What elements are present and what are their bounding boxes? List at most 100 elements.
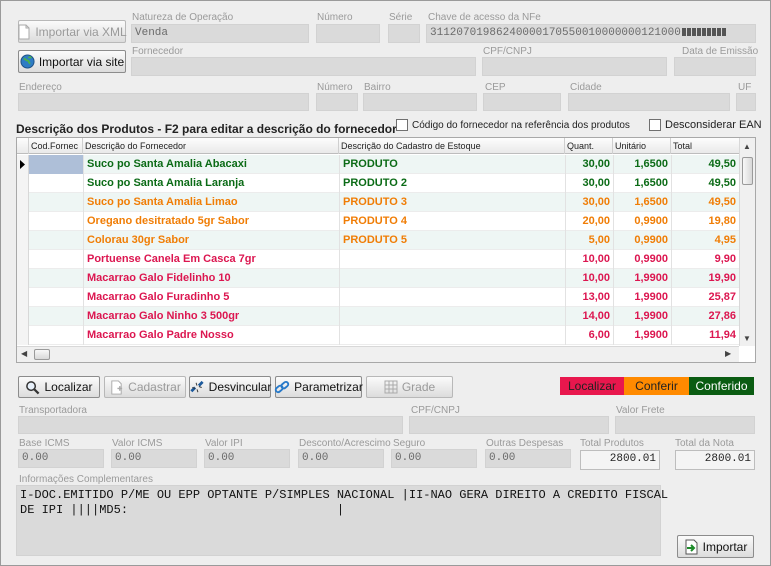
seguro-field[interactable]: 0.00 — [391, 449, 477, 468]
table-row[interactable]: Suco po Santa Amalia Laranja PRODUTO 2 30,… — [17, 174, 739, 193]
cell-cod[interactable] — [29, 250, 83, 269]
cell-desc[interactable]: Suco po Santa Amalia Limao — [83, 193, 339, 212]
fornecedor-field[interactable] — [131, 57, 476, 76]
base-icms-field[interactable]: 0.00 — [18, 449, 104, 468]
cell-unit[interactable]: 0,9900 — [613, 212, 671, 231]
cell-desc[interactable]: Suco po Santa Amalia Abacaxi — [83, 155, 339, 174]
bairro-field[interactable] — [363, 93, 477, 111]
cell-total[interactable]: 11,94 — [671, 326, 739, 345]
cell-unit[interactable]: 0,9900 — [613, 231, 671, 250]
cell-qtd[interactable]: 30,00 — [565, 193, 613, 212]
cell-total[interactable]: 9,90 — [671, 250, 739, 269]
cell-unit[interactable]: 0,9900 — [613, 250, 671, 269]
cell-qtd[interactable]: 13,00 — [565, 288, 613, 307]
cell-estoque[interactable]: PRODUTO 5 — [339, 231, 565, 250]
cell-cod[interactable] — [29, 307, 83, 326]
table-row[interactable]: Macarrao Galo Fidelinho 10 10,00 1,9900 19,… — [17, 269, 739, 288]
cell-total[interactable]: 19,90 — [671, 269, 739, 288]
cell-qtd[interactable]: 5,00 — [565, 231, 613, 250]
cell-qtd[interactable]: 10,00 — [565, 250, 613, 269]
codigo-fornecedor-checkbox[interactable]: Código do fornecedor na referência dos p… — [396, 119, 630, 131]
cep-field[interactable] — [483, 93, 561, 111]
uf-field[interactable] — [736, 93, 756, 111]
cell-total[interactable]: 49,50 — [671, 155, 739, 174]
cell-total[interactable]: 27,86 — [671, 307, 739, 326]
cell-qtd[interactable]: 20,00 — [565, 212, 613, 231]
cell-estoque[interactable]: PRODUTO 4 — [339, 212, 565, 231]
row-indicator[interactable] — [17, 231, 29, 250]
importar-button[interactable]: Importar — [677, 535, 754, 558]
cidade-field[interactable] — [568, 93, 730, 111]
cell-estoque[interactable] — [339, 288, 565, 307]
cell-estoque[interactable] — [339, 269, 565, 288]
table-row[interactable]: Suco po Santa Amalia Abacaxi PRODUTO 30,00… — [17, 155, 739, 174]
cell-unit[interactable]: 1,9900 — [613, 326, 671, 345]
header-total[interactable]: Total — [671, 138, 739, 154]
table-row[interactable]: Portuense Canela Em Casca 7gr 10,00 0,9900… — [17, 250, 739, 269]
cell-total[interactable]: 49,50 — [671, 193, 739, 212]
scroll-left-icon[interactable]: ◀ — [21, 349, 27, 358]
outras-field[interactable]: 0.00 — [485, 449, 571, 468]
checkbox-box[interactable] — [396, 119, 408, 131]
numero-field[interactable] — [316, 24, 380, 43]
cell-cod[interactable] — [29, 174, 83, 193]
header-unitario[interactable]: Unitário — [613, 138, 671, 154]
header-cod-fornec[interactable]: Cod.Fornec — [29, 138, 83, 154]
cell-unit[interactable]: 1,9900 — [613, 269, 671, 288]
chave-field[interactable]: 31120701986240000170550010000000121000 — [426, 24, 756, 43]
row-indicator[interactable] — [17, 193, 29, 212]
header-quant[interactable]: Quant. — [565, 138, 613, 154]
grid-horizontal-scrollbar[interactable]: ◀ ▶ — [17, 346, 739, 362]
cell-estoque[interactable]: PRODUTO 3 — [339, 193, 565, 212]
cell-desc[interactable]: Oregano desitratado 5gr Sabor — [83, 212, 339, 231]
row-indicator[interactable] — [17, 269, 29, 288]
cell-unit[interactable]: 1,9900 — [613, 288, 671, 307]
row-indicator[interactable] — [17, 155, 29, 174]
hscroll-thumb[interactable] — [34, 349, 50, 360]
row-indicator[interactable] — [17, 288, 29, 307]
cnpj-field[interactable] — [482, 57, 667, 76]
endereco-field[interactable] — [18, 93, 309, 111]
cell-qtd[interactable]: 6,00 — [565, 326, 613, 345]
cell-unit[interactable]: 1,6500 — [613, 155, 671, 174]
row-indicator[interactable] — [17, 307, 29, 326]
header-desc-estoque[interactable]: Descrição do Cadastro de Estoque — [339, 138, 565, 154]
table-row[interactable]: Macarrao Galo Ninho 3 500gr 14,00 1,9900 27… — [17, 307, 739, 326]
valor-icms-field[interactable]: 0.00 — [111, 449, 197, 468]
info-textarea[interactable]: I-DOC.EMITIDO P/ME OU EPP OPTANTE P/SIMP… — [16, 485, 668, 556]
cell-estoque[interactable]: PRODUTO 2 — [339, 174, 565, 193]
cell-desc[interactable]: Colorau 30gr Sabor — [83, 231, 339, 250]
scroll-right-icon[interactable]: ▶ — [725, 349, 731, 358]
valor-ipi-field[interactable]: 0.00 — [204, 449, 290, 468]
cell-cod[interactable] — [29, 155, 83, 174]
desconsiderar-ean-checkbox[interactable]: Desconsiderar EAN — [649, 119, 762, 131]
cell-estoque[interactable] — [339, 326, 565, 345]
transportadora-field[interactable] — [18, 416, 403, 434]
cell-cod[interactable] — [29, 212, 83, 231]
desconto-field[interactable]: 0.00 — [298, 449, 384, 468]
cell-unit[interactable]: 1,6500 — [613, 193, 671, 212]
row-indicator[interactable] — [17, 212, 29, 231]
import-site-button[interactable]: Importar via site — [18, 50, 126, 73]
cell-cod[interactable] — [29, 326, 83, 345]
parametrizar-button[interactable]: Parametrizar — [274, 376, 363, 398]
cell-estoque[interactable]: PRODUTO — [339, 155, 565, 174]
cell-cod[interactable] — [29, 269, 83, 288]
row-indicator[interactable] — [17, 174, 29, 193]
cell-unit[interactable]: 1,6500 — [613, 174, 671, 193]
numero2-field[interactable] — [316, 93, 358, 111]
cadastrar-button[interactable]: Cadastrar — [104, 376, 186, 398]
serie-field[interactable] — [388, 24, 420, 43]
cell-desc[interactable]: Macarrao Galo Furadinho 5 — [83, 288, 339, 307]
transp-cnpj-field[interactable] — [409, 416, 609, 434]
cell-qtd[interactable]: 30,00 — [565, 155, 613, 174]
cell-estoque[interactable] — [339, 250, 565, 269]
cell-total[interactable]: 4,95 — [671, 231, 739, 250]
table-row[interactable]: Suco po Santa Amalia Limao PRODUTO 3 30,00… — [17, 193, 739, 212]
cell-cod[interactable] — [29, 231, 83, 250]
cell-total[interactable]: 25,87 — [671, 288, 739, 307]
cell-desc[interactable]: Macarrao Galo Padre Nosso — [83, 326, 339, 345]
header-desc-fornecedor[interactable]: Descrição do Fornecedor — [83, 138, 339, 154]
emissao-field[interactable] — [674, 57, 756, 76]
scroll-up-icon[interactable]: ▲ — [743, 142, 751, 151]
